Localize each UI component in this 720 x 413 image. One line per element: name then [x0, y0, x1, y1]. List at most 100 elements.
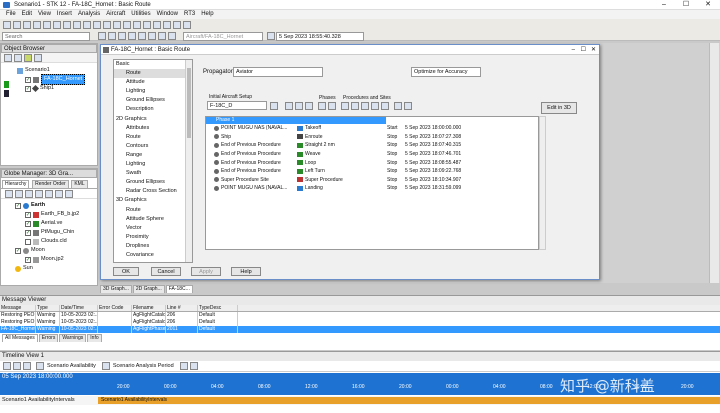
insert-icon[interactable] — [4, 53, 12, 62]
down-icon[interactable] — [35, 189, 43, 198]
save-icon[interactable] — [285, 102, 293, 110]
menu-view[interactable]: View — [38, 10, 51, 19]
scenario-availability-button[interactable]: Scenario Availability — [47, 363, 96, 369]
checkbox[interactable]: ✓ — [15, 202, 21, 209]
tab-render-order[interactable]: Render Order — [32, 180, 69, 188]
maximize-button[interactable]: ☐ — [581, 45, 586, 55]
slower-icon[interactable] — [168, 32, 176, 40]
settings-icon[interactable] — [189, 362, 198, 370]
delete-procedure-icon[interactable] — [361, 102, 369, 110]
nav-item[interactable]: Attitude Sphere — [114, 215, 192, 224]
column-header[interactable]: Date/Time — [60, 305, 98, 311]
nav-item[interactable]: Droplines — [114, 242, 192, 251]
analysis-icon[interactable] — [143, 21, 151, 29]
copy-procedure-icon[interactable] — [371, 102, 379, 110]
tab-fa18[interactable]: FA-18C... — [165, 284, 193, 293]
apply-button[interactable]: Apply — [191, 267, 221, 276]
tab-kml[interactable]: KML — [71, 180, 88, 188]
message-row[interactable]: Restoring PEO Warning 10-05-2023 02:... AgF… — [0, 319, 720, 326]
folder-icon[interactable] — [45, 189, 53, 198]
nav-item[interactable]: Lighting — [114, 160, 192, 169]
menu-edit[interactable]: Edit — [22, 10, 32, 19]
save-icon[interactable] — [23, 21, 31, 29]
nav-item[interactable]: Radar Cross Section — [114, 187, 192, 196]
column-header[interactable]: Line # — [166, 305, 198, 311]
nav-item[interactable]: Vector — [114, 224, 192, 233]
message-row[interactable]: Restoring PEO Warning 10-05-2023 02:... AgF… — [0, 312, 720, 319]
up-icon[interactable] — [25, 189, 33, 198]
nav-item[interactable]: Route — [114, 133, 192, 142]
tree-item-aerial[interactable]: ✓ Aerial.ve — [25, 219, 97, 228]
paste-icon[interactable] — [53, 21, 61, 29]
menu-rt3[interactable]: RT3 — [184, 10, 195, 19]
insert-object-icon[interactable] — [103, 21, 111, 29]
tab-all-messages[interactable]: All Messages — [2, 334, 38, 342]
propagator-select[interactable]: Aviator — [233, 67, 323, 77]
setup-icon[interactable] — [270, 102, 278, 110]
checkbox[interactable]: ✓ — [25, 211, 31, 218]
procedure-row[interactable]: End of Previous Procedure Straight 2 nm St… — [206, 141, 538, 150]
nav-scrollbar[interactable] — [185, 60, 192, 262]
play-reverse-icon[interactable] — [98, 32, 106, 40]
message-row[interactable]: FA-18C_Hornet Warning 10-05-2023 02:... AgF… — [0, 326, 720, 333]
tab-errors[interactable]: Errors — [38, 334, 59, 342]
nav-group[interactable]: 3D Graphics — [114, 196, 192, 205]
nav-scroll-thumb[interactable] — [187, 68, 191, 138]
column-header[interactable]: Filename — [132, 305, 166, 311]
checkbox[interactable]: ✓ — [25, 76, 31, 83]
column-header[interactable]: Message — [0, 305, 36, 311]
reset-icon[interactable] — [128, 32, 136, 40]
nav-item[interactable]: Ground Ellipses — [114, 178, 192, 187]
object-selector[interactable]: Aircraft/FA-18C_Hornet — [183, 31, 263, 41]
nav-item[interactable]: Route — [114, 206, 192, 215]
cancel-button[interactable]: Cancel — [151, 267, 181, 276]
procedure-row[interactable]: POINT MUGU NAS (NAVAL... Landing Stop 5 Sep… — [206, 184, 538, 193]
period-icon[interactable] — [101, 362, 110, 370]
procedure-row[interactable]: POINT MUGU NAS (NAVAL... Takeoff Start 5 Se… — [206, 124, 538, 133]
close-button[interactable]: ✕ — [591, 45, 596, 55]
nav-item[interactable]: Route — [114, 69, 192, 79]
scenario-period-button[interactable]: Scenario Analysis Period — [113, 363, 174, 369]
optimize-select[interactable]: Optimize for Accuracy — [411, 67, 481, 77]
column-header[interactable]: Type — [36, 305, 60, 311]
graph-icon[interactable] — [93, 21, 101, 29]
copy-icon[interactable] — [43, 21, 51, 29]
nav-item[interactable]: Attributes — [114, 124, 192, 133]
menu-utilities[interactable]: Utilities — [131, 10, 150, 19]
procedure-row[interactable]: Ship Enroute Stop 5 Sep 2023 18:07:27.308 — [206, 133, 538, 142]
catalog-icon[interactable] — [295, 102, 303, 110]
procedure-row[interactable]: End of Previous Procedure Left Turn Stop 5 … — [206, 167, 538, 176]
nav-group[interactable]: Basic — [114, 60, 192, 69]
nav-group[interactable]: 2D Graphics — [114, 115, 192, 124]
faster-icon[interactable] — [158, 32, 166, 40]
tab-info[interactable]: Info — [87, 334, 102, 342]
tab-2d-graphics[interactable]: 2D Graph... — [132, 284, 165, 293]
nav-item[interactable]: Lighting — [114, 87, 192, 96]
current-time-field[interactable]: 5 Sep 2023 18:55:40.328 — [276, 31, 364, 41]
tree-item-ptmugu[interactable]: ✓ PtMugu_Chin — [25, 228, 97, 237]
properties-icon[interactable] — [14, 53, 22, 62]
calendar-icon[interactable] — [267, 32, 275, 40]
refresh-icon[interactable] — [55, 189, 63, 198]
export-icon[interactable] — [179, 362, 188, 370]
search-input[interactable]: Search — [2, 31, 90, 41]
zoom-icon[interactable] — [3, 362, 11, 370]
help-button[interactable]: Help — [231, 267, 261, 276]
maximize-button[interactable]: ☐ — [675, 0, 697, 10]
availability-bar[interactable]: Scenario1 AvailabilityIntervals — [98, 397, 720, 404]
ok-button[interactable]: OK — [113, 267, 139, 276]
step-back-icon[interactable] — [138, 32, 146, 40]
view-icon[interactable] — [24, 53, 32, 62]
cut-icon[interactable] — [33, 21, 41, 29]
nav-item[interactable]: Covariance — [114, 251, 192, 260]
folder-icon[interactable] — [404, 102, 412, 110]
column-header[interactable]: Error Code — [98, 305, 132, 311]
site-icon[interactable] — [394, 102, 402, 110]
tree-item-sun[interactable]: Sun — [15, 264, 97, 273]
open-icon[interactable] — [13, 21, 21, 29]
tree-item-moon-jp2[interactable]: ✓ Moon.jp2 — [25, 255, 97, 264]
menu-file[interactable]: File — [6, 10, 16, 19]
close-button[interactable]: ✕ — [697, 0, 719, 10]
checkbox[interactable]: ✓ — [25, 256, 31, 263]
remove-icon[interactable] — [15, 189, 23, 198]
